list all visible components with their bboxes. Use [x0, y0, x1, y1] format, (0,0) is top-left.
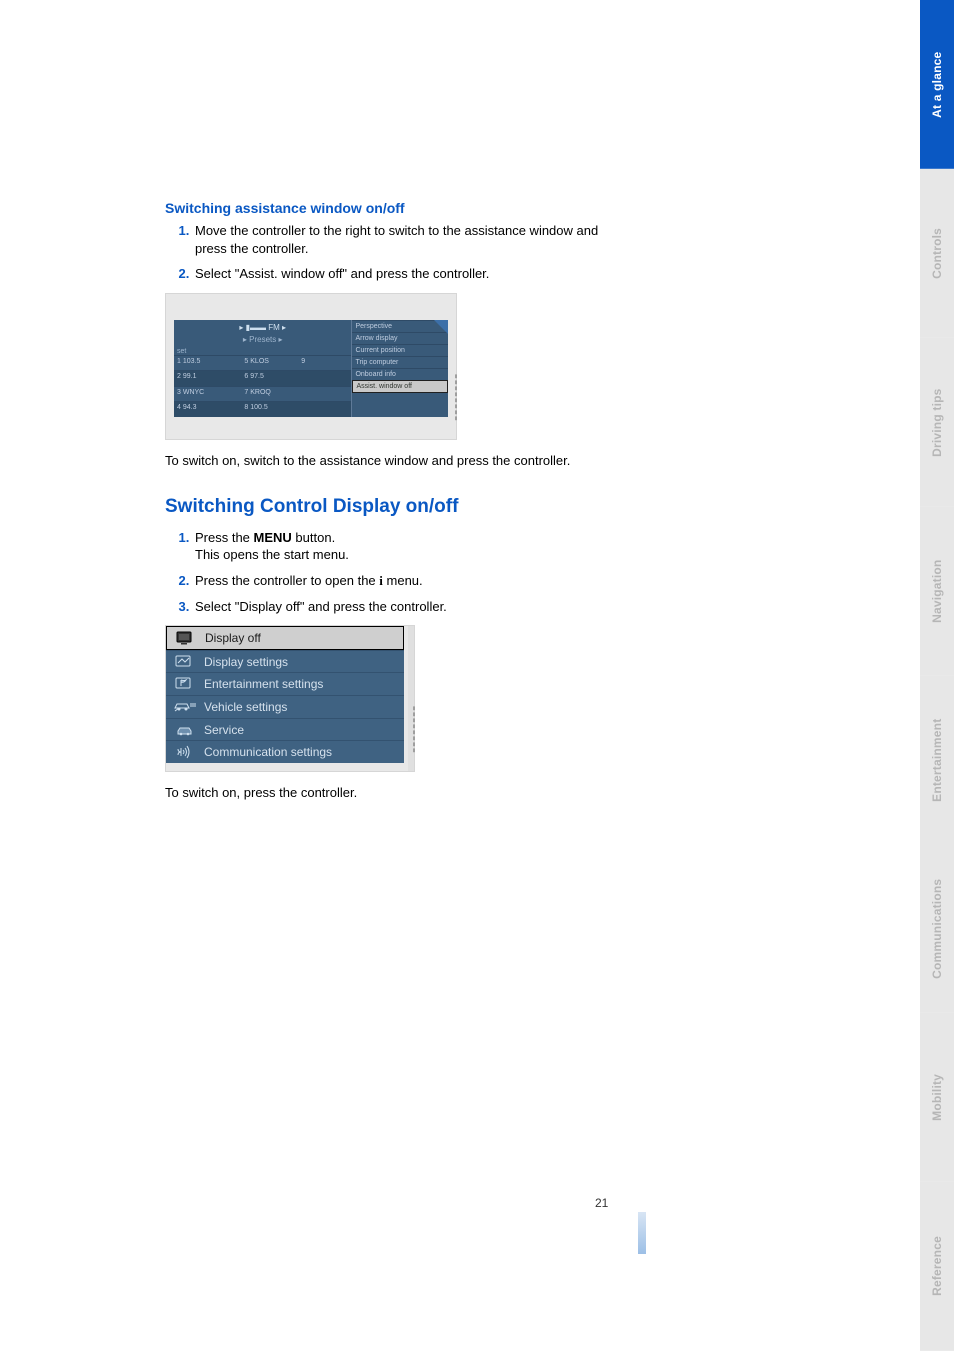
thumb-index: At a glance Controls Driving tips Naviga…	[920, 0, 954, 1351]
preset-cell: 7 KROQ	[241, 386, 298, 402]
fig1-right-item: Current position	[352, 344, 448, 356]
menu-button-label: MENU	[254, 530, 292, 545]
tab-driving-tips[interactable]: Driving tips	[920, 338, 954, 507]
page-number: 21	[595, 1196, 608, 1210]
control-step-2: Press the controller to open the i menu.	[193, 572, 620, 590]
body-column: Switching assistance window on/off Move …	[165, 200, 620, 812]
fig1-subtitle: Presets	[249, 335, 276, 344]
preset-cell: 9	[298, 355, 351, 371]
control-step-3: Select "Display off" and press the contr…	[193, 598, 620, 616]
fig1-right-item: Onboard info	[352, 368, 448, 380]
fig1-right-item-selected: Assist. window off	[352, 380, 448, 393]
assist-step-1: Move the controller to the right to swit…	[193, 222, 620, 257]
fig1-right-menu: Perspective Arrow display Current positi…	[352, 320, 448, 417]
communication-settings-icon	[174, 745, 196, 759]
control-step-1: Press the MENU button. This opens the st…	[193, 529, 620, 564]
tab-controls[interactable]: Controls	[920, 169, 954, 338]
assist-step-2: Select "Assist. window off" and press th…	[193, 265, 620, 283]
menu-item-display-off: Display off	[166, 626, 404, 650]
menu-item-label: Service	[204, 723, 244, 737]
figure-assist-window: ▸ ▮▬▬ FM ▸ ▸ Presets ▸ set 1 103.55 KLOS…	[165, 293, 457, 440]
preset-cell: 4 94.3	[174, 401, 241, 417]
heading-control-display: Switching Control Display on/off	[165, 495, 620, 519]
menu-item-label: Display off	[205, 631, 261, 645]
tab-at-a-glance[interactable]: At a glance	[920, 0, 954, 169]
fig1-set-label: set	[174, 348, 351, 355]
tab-communications[interactable]: Communications	[920, 844, 954, 1013]
menu-item-communication-settings: Communication settings	[166, 740, 404, 763]
menu-item-service: Service	[166, 718, 404, 741]
menu-item-label: Vehicle settings	[204, 700, 287, 714]
fig1-presets: 1 103.55 KLOS9 2 99.16 97.5 3 WNYC7 KROQ…	[174, 355, 351, 417]
fig2-caption-stripe: ▮▮▮▮▮▮▮▮	[411, 705, 417, 753]
menu-item-label: Communication settings	[204, 745, 332, 759]
control-display-steps: Press the MENU button. This opens the st…	[165, 529, 620, 615]
preset-cell: 6 97.5	[241, 370, 298, 386]
menu-item-display-settings: Display settings	[166, 650, 404, 673]
tab-navigation[interactable]: Navigation	[920, 507, 954, 676]
preset-cell	[298, 370, 351, 386]
tab-reference[interactable]: Reference	[920, 1182, 954, 1351]
figure-settings-menu: Display off Display settings Entertainme…	[165, 625, 415, 772]
tab-entertainment[interactable]: Entertainment	[920, 676, 954, 845]
assist-steps: Move the controller to the right to swit…	[165, 222, 620, 283]
menu-item-label: Entertainment settings	[204, 677, 323, 691]
service-icon	[174, 723, 196, 737]
preset-cell: 2 99.1	[174, 370, 241, 386]
vehicle-settings-icon	[174, 700, 196, 714]
entertainment-settings-icon	[174, 677, 196, 691]
menu-item-entertainment-settings: Entertainment settings	[166, 672, 404, 695]
page: At a glance Controls Driving tips Naviga…	[0, 0, 954, 1351]
control-after-text: To switch on, press the controller.	[165, 784, 620, 802]
fig1-band: ▸ ▮▬▬ FM ▸	[239, 323, 286, 332]
fig1-corner-accent	[434, 320, 448, 334]
preset-cell	[298, 401, 351, 417]
monitor-icon	[175, 631, 197, 645]
page-edge-marker	[638, 1212, 646, 1254]
fig1-caption-stripe: ▮▮▮▮▮▮▮▮	[453, 373, 459, 421]
preset-cell: 1 103.5	[174, 355, 241, 371]
preset-cell: 8 100.5	[241, 401, 298, 417]
preset-cell	[298, 386, 351, 402]
heading-assist-window: Switching assistance window on/off	[165, 200, 620, 216]
tab-mobility[interactable]: Mobility	[920, 1013, 954, 1182]
display-settings-icon	[174, 655, 196, 669]
preset-cell: 3 WNYC	[174, 386, 241, 402]
assist-after-text: To switch on, switch to the assistance w…	[165, 452, 620, 470]
menu-item-label: Display settings	[204, 655, 288, 669]
fig1-right-item: Trip computer	[352, 356, 448, 368]
preset-cell: 5 KLOS	[241, 355, 298, 371]
menu-item-vehicle-settings: Vehicle settings	[166, 695, 404, 718]
